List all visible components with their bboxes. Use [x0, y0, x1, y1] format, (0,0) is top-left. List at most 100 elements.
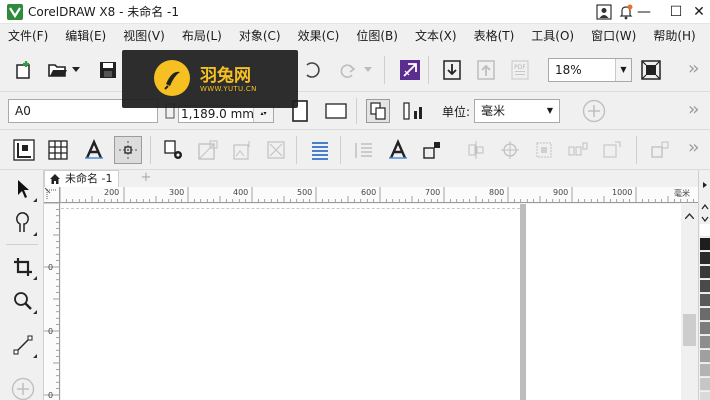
ruler-label: 600	[361, 188, 377, 197]
watermark-title: 羽兔网	[200, 66, 251, 86]
page-height-spinner-icon[interactable]: ▴▾	[253, 106, 273, 122]
shape-tool-icon[interactable]	[8, 208, 38, 238]
menu-window[interactable]: 窗口(W)	[591, 24, 636, 48]
scroll-up-arrow-icon[interactable]	[684, 208, 695, 222]
toolbox-separator	[6, 244, 38, 245]
palette-swatch[interactable]	[700, 322, 710, 335]
toolbar-separator	[384, 56, 385, 84]
toolbar-overflow-chevron-icon[interactable]: ››	[688, 58, 700, 79]
open-dropdown-arrow-icon[interactable]	[68, 56, 84, 84]
palette-swatch[interactable]	[700, 378, 710, 391]
document-tab[interactable]: 未命名 -1	[44, 170, 120, 187]
text-snap-icon[interactable]	[384, 136, 412, 164]
import-icon[interactable]	[438, 56, 466, 84]
watermark-overlay: 羽兔网 WWW.YUTU.CN	[122, 50, 298, 108]
palette-swatch[interactable]	[700, 294, 710, 307]
menu-help[interactable]: 帮助(H)	[653, 24, 695, 48]
ruler-label: 300	[169, 188, 185, 197]
new-tab-plus-icon[interactable]: +	[138, 170, 154, 187]
palette-swatch[interactable]	[700, 350, 710, 363]
node-snap-icon[interactable]	[418, 136, 446, 164]
snap-toolbar-overflow-chevron-icon[interactable]: ››	[688, 137, 700, 158]
toolbar-separator	[340, 136, 341, 164]
close-button[interactable]: ✕	[688, 0, 710, 24]
rabbit-logo-icon	[154, 60, 190, 96]
palette-swatch[interactable]	[700, 336, 710, 349]
page-bleed-guide	[61, 208, 520, 209]
vertical-ruler[interactable]: 0 0 0	[44, 203, 60, 400]
coreldraw-app-icon	[7, 4, 23, 20]
crop-tool-icon[interactable]	[8, 252, 38, 282]
units-dropdown-arrow-icon[interactable]: ▼	[547, 100, 553, 122]
palette-swatch[interactable]	[700, 252, 710, 265]
landscape-orientation-icon[interactable]	[322, 97, 350, 125]
menu-edit[interactable]: 编辑(E)	[65, 24, 106, 48]
vertical-scroll-thumb[interactable]	[683, 314, 696, 346]
ruler-label: 800	[489, 188, 505, 197]
ruler-label: 0	[48, 391, 54, 400]
menu-bitmaps[interactable]: 位图(B)	[356, 24, 398, 48]
distribute-objects-icon	[564, 136, 592, 164]
property-bar: A0 1,189.0 mm ▴▾ 单位: 毫米 ▼ ››	[0, 92, 710, 130]
bitmap-trace-icon	[598, 136, 626, 164]
menu-layout[interactable]: 布局(L)	[182, 24, 222, 48]
toolbar-separator	[636, 136, 637, 164]
add-page-plus-icon[interactable]	[580, 97, 608, 125]
vertical-scrollbar[interactable]	[681, 204, 698, 400]
full-screen-preview-icon[interactable]	[637, 56, 665, 84]
ruler-label: 0	[48, 263, 54, 272]
menu-table[interactable]: 表格(T)	[474, 24, 515, 48]
palette-swatch[interactable]	[700, 308, 710, 321]
palette-scroll-up-icon[interactable]	[701, 178, 709, 192]
add-tool-plus-icon[interactable]	[8, 374, 38, 400]
palette-swatch[interactable]	[700, 238, 710, 251]
minimize-button[interactable]: —	[628, 0, 660, 24]
palette-swatch[interactable]	[700, 224, 710, 237]
zoom-tool-icon[interactable]	[8, 286, 38, 316]
new-document-icon[interactable]	[10, 56, 38, 84]
save-icon[interactable]	[94, 56, 122, 84]
palette-swatch[interactable]	[700, 392, 710, 400]
freehand-tool-icon[interactable]	[8, 330, 38, 360]
title-bar: CorelDRAW X8 - 未命名 -1 — ☐ ✕	[0, 0, 710, 24]
rulers-toggle-icon[interactable]	[10, 136, 38, 164]
desktop-area[interactable]	[526, 204, 681, 400]
ruler-label: 1000	[612, 188, 633, 197]
redo-icon	[334, 56, 362, 84]
palette-swatch[interactable]	[700, 364, 710, 377]
grid-toggle-icon[interactable]	[44, 136, 72, 164]
undo-icon[interactable]	[298, 56, 326, 84]
publish-to-pdf-icon: PDF	[506, 56, 534, 84]
all-pages-icon[interactable]	[364, 97, 392, 125]
align-lines-icon[interactable]	[306, 136, 334, 164]
snap-to-images-icon	[262, 136, 290, 164]
guidelines-toggle-icon[interactable]	[114, 136, 142, 164]
units-value: 毫米	[481, 104, 506, 118]
document-tabs: 未命名 -1 +	[44, 170, 698, 187]
snap-options-icon[interactable]	[160, 136, 188, 164]
zoom-dropdown-arrow-icon[interactable]: ▼	[615, 59, 631, 81]
corel-connect-icon[interactable]	[396, 56, 424, 84]
zoom-level-combobox[interactable]: 18% ▼	[548, 58, 632, 82]
snap-to-text-icon[interactable]	[80, 136, 108, 164]
standard-toolbar: PDF 18% ▼ ››	[0, 48, 710, 92]
palette-swatch[interactable]	[700, 280, 710, 293]
current-page-icon[interactable]	[400, 97, 428, 125]
menu-tools[interactable]: 工具(O)	[531, 24, 574, 48]
menu-view[interactable]: 视图(V)	[123, 24, 165, 48]
horizontal-ruler[interactable]: 200 300 400 500 600 700 800 900 1000 毫米	[60, 187, 698, 203]
node-edit-disabled-icon	[646, 136, 674, 164]
export-icon	[472, 56, 500, 84]
palette-swatch[interactable]	[700, 266, 710, 279]
menu-file[interactable]: 文件(F)	[8, 24, 48, 48]
menu-effects[interactable]: 效果(C)	[298, 24, 340, 48]
property-bar-overflow-chevron-icon[interactable]: ››	[688, 99, 700, 120]
menu-object[interactable]: 对象(C)	[239, 24, 281, 48]
ruler-origin-corner[interactable]	[44, 187, 60, 203]
page-height-value: 1,189.0 mm	[181, 107, 254, 121]
ruler-unit-label: 毫米	[674, 189, 690, 198]
units-combobox[interactable]: 毫米 ▼	[474, 99, 560, 123]
menu-text[interactable]: 文本(X)	[415, 24, 457, 48]
pick-tool-icon[interactable]	[8, 174, 38, 204]
ruler-label: 500	[297, 188, 313, 197]
